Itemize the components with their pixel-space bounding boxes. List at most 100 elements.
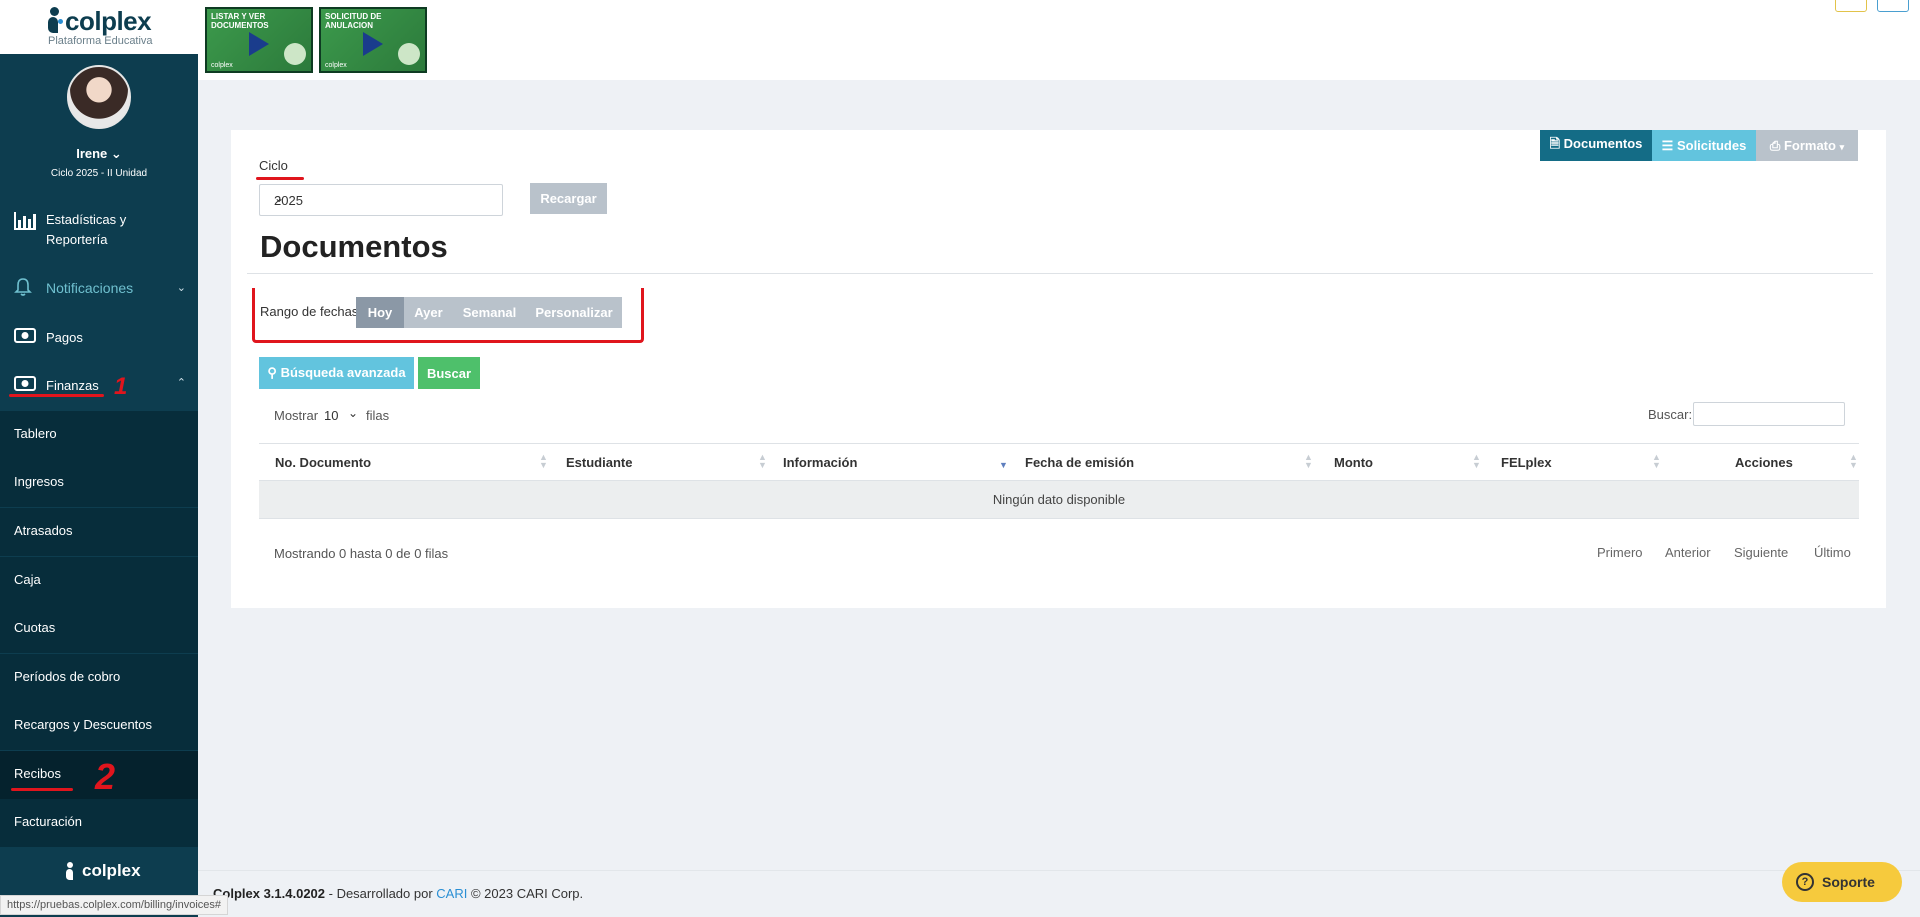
sidebar: colplex Plataforma Educativa Irene ⌄ Cic… — [0, 0, 198, 917]
document-icon: 🗎 — [1549, 135, 1561, 151]
pagination-first[interactable]: Primero — [1597, 545, 1643, 560]
status-bar-url: https://pruebas.colplex.com/billing/invo… — [0, 895, 229, 915]
sidebar-subitem-periodos[interactable]: Períodos de cobro — [0, 654, 198, 702]
sort-icon[interactable]: ▲ ▼ — [539, 453, 548, 470]
video-brand: colplex — [325, 62, 347, 69]
divider — [247, 273, 1873, 274]
advanced-search-button[interactable]: ⚲ Búsqueda avanzada — [259, 357, 414, 389]
tab-documentos[interactable]: 🗎 Documentos — [1540, 130, 1652, 161]
sidebar-footer-logo: colplex — [0, 852, 198, 892]
user-cycle: Ciclo 2025 - II Unidad — [50, 168, 148, 179]
play-icon — [363, 32, 383, 56]
sidebar-item-label: Pagos — [46, 330, 83, 345]
sidebar-subitem-ingresos[interactable]: Ingresos — [0, 459, 198, 507]
tab-formato[interactable]: ⎙ Formato ▾ — [1756, 130, 1858, 161]
caret-down-icon: ▾ — [1839, 141, 1845, 152]
sidebar-item-label: Notificaciones — [46, 280, 134, 296]
logo[interactable]: colplex Plataforma Educativa — [0, 0, 198, 54]
logo-text: colplex — [65, 6, 152, 36]
footer-dev: - Desarrollado por — [325, 886, 437, 901]
sidebar-item-label: Estadísticas y Reportería — [46, 212, 127, 247]
sidebar-subitem-caja[interactable]: Caja — [0, 557, 198, 605]
printer-icon: ⎙ — [1769, 137, 1781, 153]
column-no-documento[interactable]: No. Documento — [275, 455, 371, 470]
colplex-logo-icon — [48, 7, 63, 33]
sort-icon[interactable]: ▲ ▼ — [758, 453, 767, 470]
sidebar-item-pagos[interactable]: Pagos — [0, 325, 198, 351]
video-title: LISTAR Y VER DOCUMENTOS — [211, 12, 269, 30]
footer-version: Colplex 3.1.4.0202 — [213, 886, 326, 901]
page-size-select[interactable]: 10 — [324, 408, 338, 423]
money-icon — [14, 376, 36, 396]
colplex-logo-icon — [66, 862, 74, 880]
tab-solicitudes[interactable]: ☰ Solicitudes — [1652, 130, 1756, 161]
annotation-underline — [11, 788, 73, 791]
column-informacion[interactable]: Información — [783, 455, 857, 470]
search-input[interactable] — [1693, 402, 1845, 426]
ciclo-label: Ciclo — [259, 158, 288, 173]
footer-copyright: © 2023 CARI Corp. — [467, 886, 584, 901]
page-title: Documentos — [260, 229, 448, 264]
sort-icon[interactable]: ▲ ▼ — [1304, 453, 1313, 470]
chevron-down-icon: ⌄ — [274, 191, 285, 205]
range-semanal[interactable]: Semanal — [453, 297, 526, 328]
table-header: No. Documento ▲ ▼ Estudiante ▲ ▼ Informaci… — [259, 443, 1859, 481]
sort-icon[interactable]: ▲ ▼ — [1652, 453, 1661, 470]
tab-label: Solicitudes — [1676, 137, 1747, 153]
recargar-button[interactable]: Recargar — [530, 183, 607, 214]
top-action-button[interactable] — [1835, 0, 1867, 12]
page-footer: Colplex 3.1.4.0202 - Desarrollado por CA… — [198, 870, 1920, 915]
pagination-next[interactable]: Siguiente — [1734, 545, 1788, 560]
sort-icon[interactable]: ▲ ▼ — [1472, 453, 1481, 470]
sidebar-subitem-facturacion[interactable]: Facturación — [0, 799, 198, 847]
range-label: Rango de fechas — [260, 304, 359, 319]
search-button[interactable]: Buscar — [418, 357, 480, 389]
video-title: SOLICITUD DE ANULACION — [325, 12, 382, 30]
video-thumbnail-anulacion[interactable]: SOLICITUD DE ANULACION colplex — [319, 7, 427, 73]
user-menu[interactable]: Irene ⌄ — [0, 146, 198, 162]
column-fecha-emision[interactable]: Fecha de emisión — [1025, 455, 1134, 470]
avatar[interactable] — [67, 65, 131, 129]
column-acciones[interactable]: Acciones — [1735, 455, 1793, 470]
support-label: Soporte — [1822, 874, 1875, 890]
range-personalizar[interactable]: Personalizar — [526, 297, 622, 328]
sidebar-item-label: Finanzas — [46, 378, 99, 393]
sidebar-subitem-recargos[interactable]: Recargos y Descuentos — [0, 702, 198, 750]
documents-card: Ciclo 2025 ⌄ Recargar Documentos 🗎 Docum… — [231, 130, 1886, 608]
sort-icon[interactable]: ▲ ▼ — [1849, 453, 1858, 470]
pagination-previous[interactable]: Anterior — [1665, 545, 1711, 560]
button-label: Búsqueda avanzada — [280, 365, 406, 380]
column-felplex[interactable]: FELplex — [1501, 455, 1552, 470]
footer-text: Colplex 3.1.4.0202 - Desarrollado por CA… — [213, 886, 583, 901]
sidebar-item-estadisticas[interactable]: Estadísticas y Reportería — [0, 210, 198, 260]
money-icon — [14, 328, 36, 348]
ciclo-select[interactable]: 2025 ⌄ — [259, 184, 503, 216]
column-estudiante[interactable]: Estudiante — [566, 455, 632, 470]
chevron-down-icon: ⌄ — [176, 282, 186, 294]
search-label: Buscar: — [1648, 407, 1693, 422]
pagination-last[interactable]: Último — [1814, 545, 1851, 560]
search-icon: ⚲ — [267, 365, 277, 380]
sidebar-subitem-atrasados[interactable]: Atrasados — [0, 508, 198, 556]
top-action-button[interactable] — [1877, 0, 1909, 12]
video-thumbnail-listar[interactable]: LISTAR Y VER DOCUMENTOS colplex — [205, 7, 313, 73]
range-ayer[interactable]: Ayer — [404, 297, 453, 328]
chevron-down-icon[interactable]: ⌄ — [348, 406, 358, 420]
bell-icon — [14, 277, 32, 302]
play-icon — [249, 32, 269, 56]
seal-icon — [284, 43, 306, 65]
sidebar-item-notificaciones[interactable]: Notificaciones ⌄ — [0, 275, 198, 301]
annotation-mark-2: 2 — [95, 756, 116, 797]
range-hoy[interactable]: Hoy — [356, 297, 404, 328]
sidebar-subitem-tablero[interactable]: Tablero — [0, 411, 198, 459]
tab-label: Formato — [1783, 137, 1836, 153]
support-button[interactable]: ? Soporte — [1782, 862, 1902, 902]
sort-desc-icon[interactable]: ▼ — [999, 461, 1008, 470]
annotation-underline — [9, 394, 104, 397]
column-monto[interactable]: Monto — [1334, 455, 1373, 470]
table-row: Ningún dato disponible — [259, 481, 1859, 519]
topbar: LISTAR Y VER DOCUMENTOS colplex SOLICITU… — [198, 0, 1920, 80]
footer-cari-link[interactable]: CARI — [436, 886, 467, 901]
sidebar-subitem-cuotas[interactable]: Cuotas — [0, 605, 198, 653]
logo-subtitle: Plataforma Educativa — [48, 35, 153, 47]
